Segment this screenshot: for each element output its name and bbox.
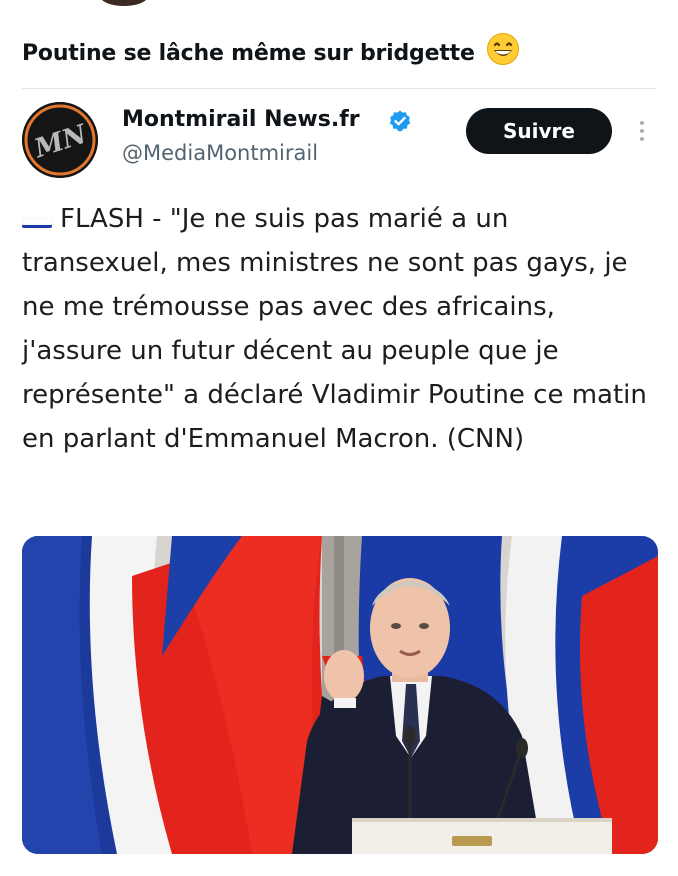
grinning-face-emoji-icon — [486, 32, 520, 72]
russia-flag-icon — [22, 208, 52, 228]
tweet-photo[interactable] — [22, 536, 658, 854]
previous-post-avatar — [100, 0, 148, 6]
verified-badge-icon — [388, 109, 412, 137]
account-avatar[interactable]: MN — [22, 102, 98, 178]
post-caption-text: Poutine se lâche même sur bridgette — [22, 41, 475, 66]
post-caption: Poutine se lâche même sur bridgette — [22, 33, 520, 72]
tweet-text: FLASH - "Je ne suis pas marié a un trans… — [22, 204, 647, 454]
divider — [22, 88, 656, 89]
account-display-name[interactable]: Montmirail News.fr — [122, 107, 360, 132]
more-options-icon[interactable] — [636, 118, 648, 146]
tweet-body: FLASH - "Je ne suis pas marié a un trans… — [22, 197, 662, 461]
account-handle[interactable]: @MediaMontmirail — [122, 141, 318, 165]
follow-button[interactable]: Suivre — [466, 108, 612, 154]
